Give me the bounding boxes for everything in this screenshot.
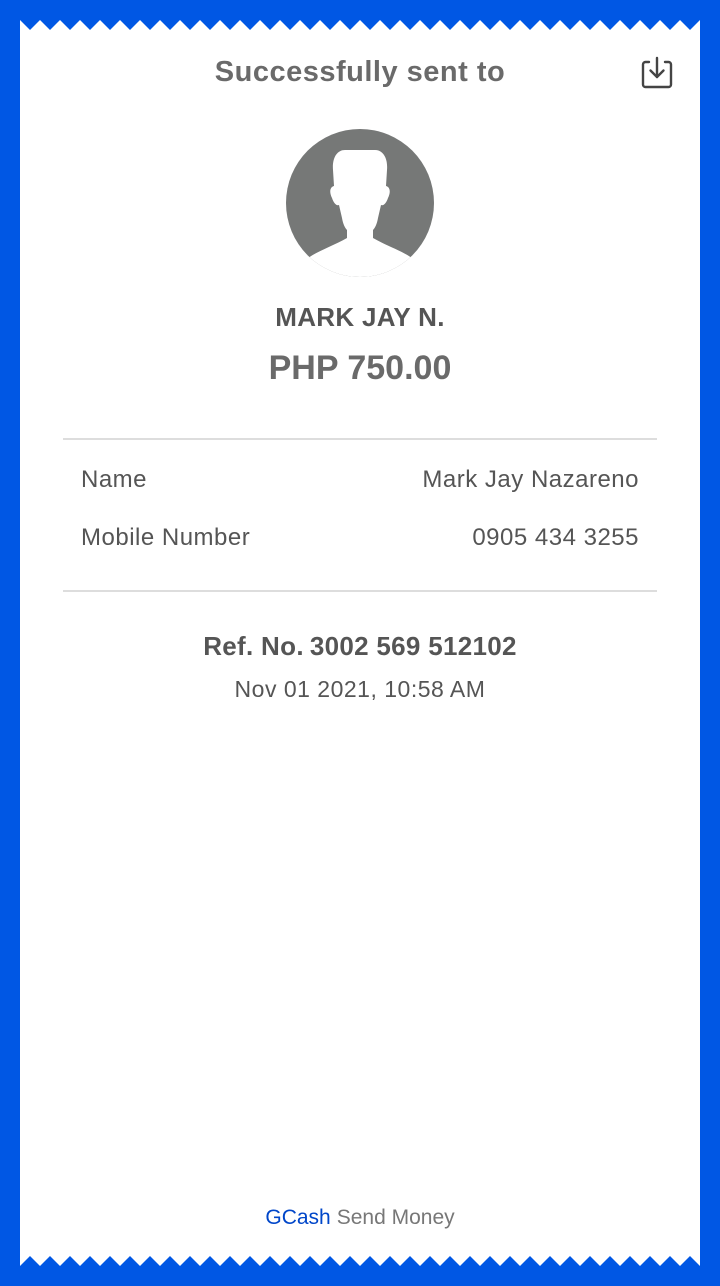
page-title: Successfully sent to — [214, 56, 506, 88]
reference-number: Ref. No. 3002 569 512102 — [20, 631, 700, 662]
reference-value: 3002 569 512102 — [309, 631, 517, 661]
download-button[interactable] — [638, 54, 676, 92]
transaction-datetime: Nov 01 2021, 10:58 AM — [234, 676, 486, 702]
detail-row-mobile: Mobile Number 0905 434 3255 — [81, 524, 639, 560]
recipient-name: MARK JAY N. — [275, 302, 445, 332]
detail-value: Mark Jay Nazareno — [422, 466, 639, 493]
receipt-edge-bottom — [20, 1250, 700, 1266]
footer-brand: GCash — [265, 1206, 331, 1229]
detail-row-name: Name Mark Jay Nazareno — [81, 466, 639, 502]
detail-label: Mobile Number — [81, 524, 251, 551]
footer: GCash Send Money — [20, 1206, 700, 1230]
divider-bottom — [63, 590, 657, 592]
footer-text: Send Money — [336, 1206, 455, 1229]
amount-sent: PHP 750.00 — [268, 349, 452, 387]
receipt-card: Successfully sent to MARK JAY N. PHP 750… — [20, 36, 700, 1250]
download-icon — [641, 56, 673, 89]
divider-top — [63, 438, 657, 440]
receipt-edge-top — [20, 20, 700, 36]
detail-value: 0905 434 3255 — [472, 524, 639, 551]
avatar-placeholder-icon — [286, 129, 434, 277]
detail-label: Name — [81, 466, 148, 493]
reference-label: Ref. No. — [203, 631, 304, 661]
